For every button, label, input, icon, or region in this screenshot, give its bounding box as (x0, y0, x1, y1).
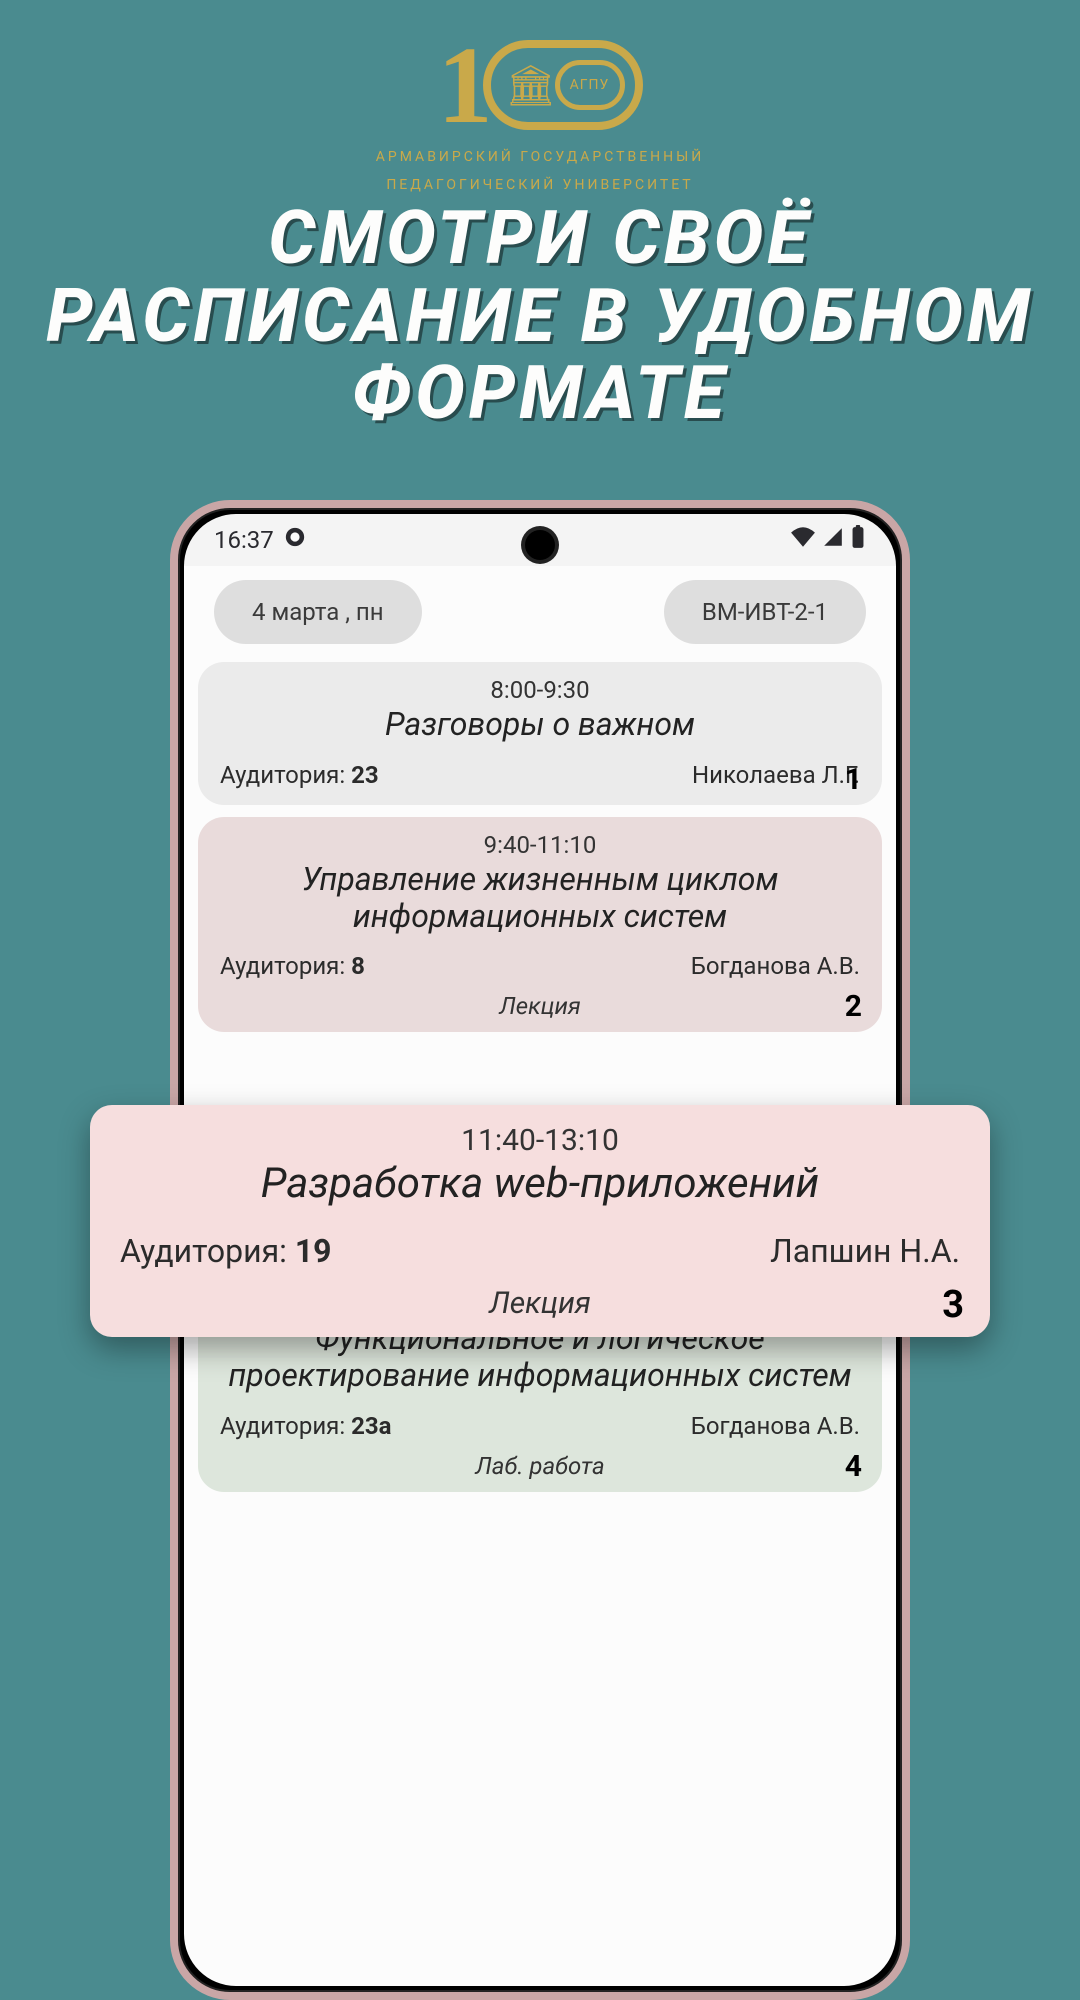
logo-subtitle-2: ПЕДАГОГИЧЕСКИЙ УНИВЕРСИТЕТ (0, 176, 1080, 196)
battery-icon (850, 525, 866, 555)
card-type: Лекция (120, 1280, 960, 1323)
card-time: 8:00-9:30 (220, 676, 860, 704)
card-room: Аудитория: 23а (220, 1412, 392, 1440)
card-room: Аудитория: 19 (120, 1232, 332, 1270)
card-number: 3 (942, 1283, 964, 1327)
signal-icon (822, 526, 844, 554)
card-room: Аудитория: 8 (220, 952, 365, 980)
group-chip[interactable]: ВМ-ИВТ-2-1 (664, 580, 866, 644)
card-type: Лаб. работа (220, 1446, 860, 1482)
card-teacher: Богданова А.В. (691, 952, 860, 980)
card-title: Разработка web-приложений (120, 1160, 960, 1208)
card-teacher: Богданова А.В. (691, 1412, 860, 1440)
logo-building-icon: 🏛 (506, 62, 557, 109)
university-logo: 1 🏛 АГПУ АРМАВИРСКИЙ ГОСУДАРСТВЕННЫЙ ПЕД… (0, 30, 1080, 195)
logo-badge: АГПУ (555, 60, 625, 110)
card-time: 11:40-13:10 (120, 1123, 960, 1158)
schedule-card-highlighted[interactable]: 11:40-13:10 Разработка web-приложений Ау… (90, 1105, 990, 1337)
card-type: Лекция (220, 986, 860, 1022)
wifi-icon (790, 526, 816, 554)
date-chip[interactable]: 4 марта , пн (214, 580, 422, 644)
schedule-list: 8:00-9:30 Разговоры о важном Аудитория: … (184, 662, 896, 1492)
promo-headline: СМОТРИ СВОЁ РАСПИСАНИЕ В УДОБНОМ ФОРМАТЕ (40, 200, 1040, 433)
status-app-icon (284, 526, 306, 554)
card-teacher: Николаева Л.Г. (692, 761, 860, 789)
schedule-card[interactable]: 9:40-11:10 Управление жизненным циклом и… (198, 817, 882, 1033)
card-teacher: Лапшин Н.А. (770, 1232, 960, 1270)
card-title: Управление жизненным циклом информационн… (220, 861, 860, 935)
status-time: 16:37 (214, 526, 274, 554)
schedule-card[interactable]: 8:00-9:30 Разговоры о важном Аудитория: … (198, 662, 882, 805)
logo-subtitle-1: АРМАВИРСКИЙ ГОСУДАРСТВЕННЫЙ (0, 148, 1080, 168)
card-number: 1 (845, 762, 862, 797)
logo-infinity-icon: 🏛 АГПУ (483, 40, 643, 130)
camera-hole-icon (525, 530, 555, 560)
card-number: 4 (845, 1449, 862, 1484)
card-room: Аудитория: 23 (220, 761, 379, 789)
card-title: Разговоры о важном (220, 706, 860, 743)
card-number: 2 (845, 989, 862, 1024)
filter-chips-row: 4 марта , пн ВМ-ИВТ-2-1 (184, 566, 896, 662)
card-time: 9:40-11:10 (220, 831, 860, 859)
